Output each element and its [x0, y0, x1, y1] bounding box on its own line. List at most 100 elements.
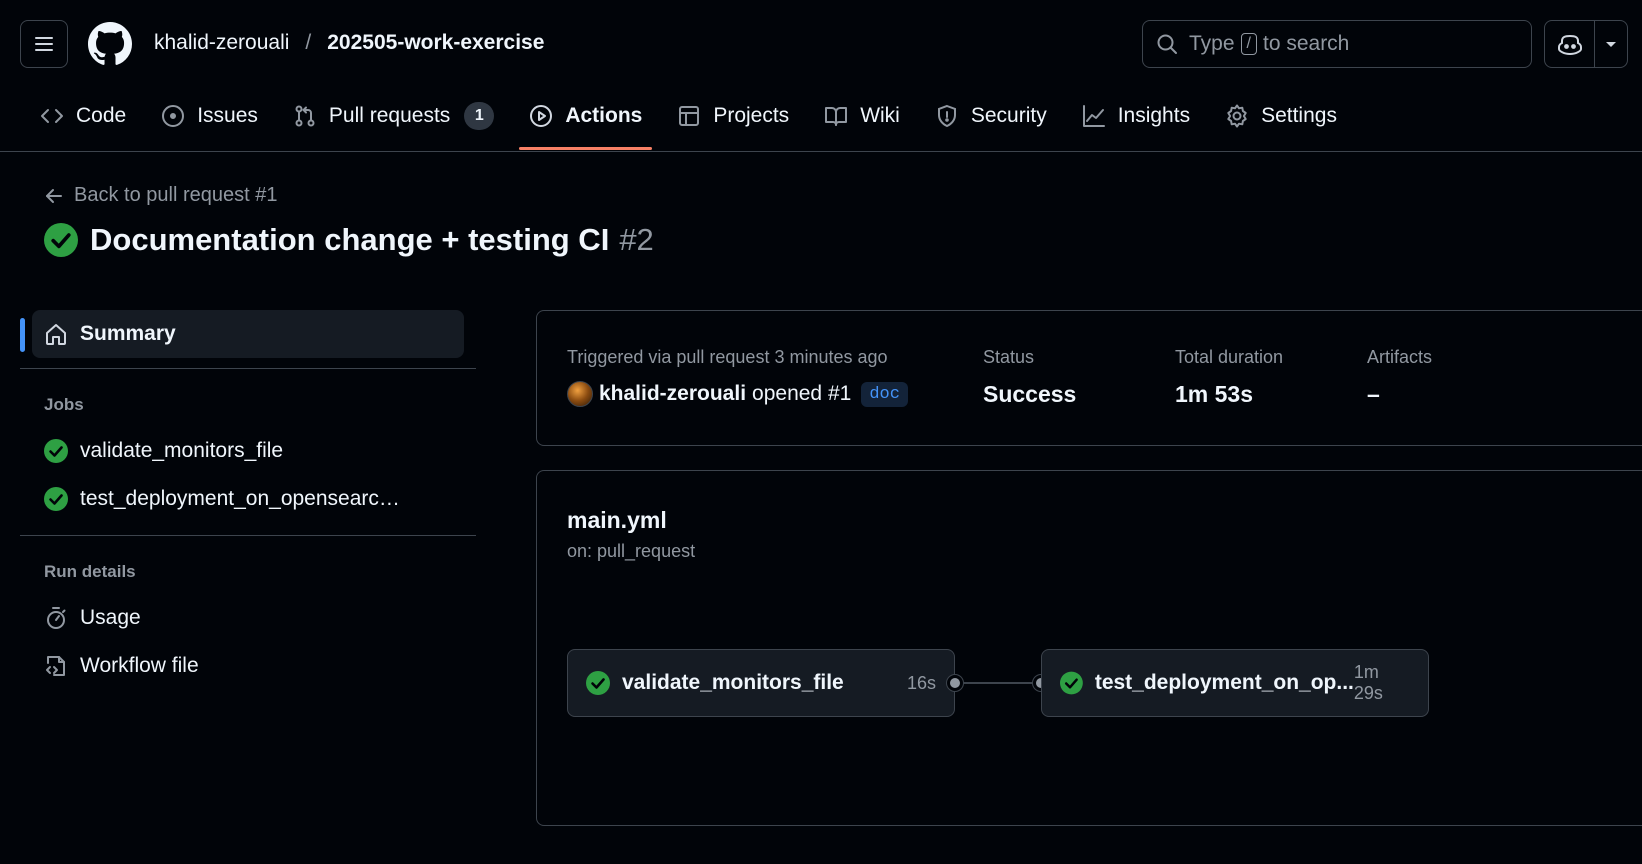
play-icon — [530, 105, 553, 127]
tab-label: Actions — [565, 104, 643, 127]
tab-label: Insights — [1117, 104, 1191, 127]
tab-pull-requests[interactable]: Pull requests 1 — [283, 92, 504, 140]
duration-label: Total duration — [1175, 347, 1284, 367]
job-duration: 1m 29s — [1353, 662, 1383, 703]
check-circle-fill-icon — [586, 671, 610, 695]
search-icon — [1157, 34, 1177, 54]
copilot-button[interactable] — [1545, 21, 1595, 67]
copilot-button-group — [1544, 20, 1628, 68]
workflow-trigger: on: pull_request — [567, 541, 696, 561]
gear-icon — [1227, 104, 1247, 128]
run-title-text: Documentation change + testing CI — [90, 222, 610, 257]
actor-link[interactable]: khalid-zerouali — [599, 382, 746, 406]
sidebar-job-validate-monitors-file[interactable]: validate_monitors_file — [20, 427, 476, 475]
sidebar-item-label: Usage — [80, 606, 141, 629]
tab-issues[interactable]: Issues — [151, 92, 268, 140]
repo-nav-tabs: Code Issues Pull requests 1 Actions Proj… — [30, 92, 1362, 152]
repo-owner-link[interactable]: khalid-zerouali — [154, 31, 289, 55]
home-icon — [46, 324, 66, 345]
check-circle-fill-icon — [44, 439, 68, 463]
issue-icon — [162, 105, 185, 127]
job-name: test_deployment_on_op... — [1094, 671, 1354, 694]
search-input[interactable]: Type / to search — [1142, 20, 1532, 68]
hamburger-icon — [35, 37, 53, 51]
sidebar-item-workflow-file[interactable]: Workflow file — [20, 642, 476, 690]
job-connector-line — [955, 682, 1041, 684]
status-value: Success — [983, 381, 1077, 407]
tab-label: Projects — [713, 104, 790, 127]
search-placeholder-suffix: to search — [1262, 32, 1350, 55]
check-circle-fill-icon — [44, 487, 68, 511]
repo-breadcrumb: khalid-zerouali / 202505-work-exercise — [154, 31, 544, 55]
book-icon — [825, 107, 848, 126]
tab-settings[interactable]: Settings — [1215, 92, 1347, 140]
check-circle-fill-icon — [1060, 671, 1083, 695]
run-summary-card: Triggered via pull request 3 minutes ago… — [536, 310, 1642, 446]
tab-label: Settings — [1261, 104, 1337, 127]
workflow-graph-card: main.yml on: pull_request validate_monit… — [536, 470, 1642, 826]
job-node-test-deployment[interactable]: test_deployment_on_op... 1m 29s — [1041, 649, 1429, 717]
tab-projects[interactable]: Projects — [667, 92, 799, 140]
avatar[interactable] — [567, 381, 593, 407]
tab-label: Security — [970, 104, 1047, 127]
triangle-down-icon — [1606, 42, 1616, 47]
run-details-heading: Run details — [44, 562, 136, 581]
search-placeholder-prefix: Type — [1189, 32, 1235, 55]
sidebar-item-label: validate_monitors_file — [80, 439, 284, 462]
breadcrumb-separator: / — [305, 31, 312, 54]
job-node-validate-monitors-file[interactable]: validate_monitors_file 16s — [567, 649, 955, 717]
file-code-icon — [46, 656, 65, 676]
sidebar-item-label: test_deployment_on_opensearch_... — [80, 487, 410, 510]
sidebar-job-test-deployment[interactable]: test_deployment_on_opensearch_... — [20, 475, 476, 523]
search-shortcut-key: / — [1240, 33, 1257, 55]
run-sidebar: Summary Jobs validate_monitors_file test… — [20, 310, 476, 690]
trigger-label: Triggered via pull request 3 minutes ago — [567, 347, 888, 367]
run-number: #2 — [619, 222, 654, 257]
sidebar-item-label: Summary — [80, 322, 176, 345]
trigger-action[interactable]: opened #1 — [752, 382, 851, 406]
sidebar-item-label: Workflow file — [80, 654, 199, 677]
global-header: khalid-zerouali / 202505-work-exercise T… — [0, 0, 1642, 152]
check-circle-fill-icon — [44, 223, 78, 257]
tab-actions[interactable]: Actions — [519, 92, 653, 150]
shield-icon — [937, 104, 956, 128]
copilot-icon — [1557, 34, 1582, 56]
sidebar-item-usage[interactable]: Usage — [20, 594, 476, 642]
tab-insights[interactable]: Insights — [1072, 92, 1200, 140]
pull-request-count-badge: 1 — [464, 102, 495, 130]
status-label: Status — [983, 347, 1035, 367]
tab-label: Pull requests — [328, 104, 451, 127]
artifacts-label: Artifacts — [1367, 347, 1433, 367]
page-title: Documentation change + testing CI #2 — [44, 222, 654, 258]
github-logo-icon[interactable] — [88, 22, 132, 66]
duration-value: 1m 53s — [1175, 381, 1254, 407]
tab-security[interactable]: Security — [925, 92, 1057, 140]
tab-label: Wiki — [860, 104, 900, 127]
repo-name-link[interactable]: 202505-work-exercise — [327, 31, 544, 55]
tab-wiki[interactable]: Wiki — [814, 92, 910, 140]
table-icon — [679, 106, 700, 126]
copilot-dropdown-button[interactable] — [1595, 21, 1627, 67]
sidebar-item-summary[interactable]: Summary — [20, 310, 464, 358]
graph-icon — [1082, 105, 1105, 127]
job-connector-dot — [947, 675, 963, 691]
tab-label: Code — [76, 104, 127, 127]
sidebar-divider — [20, 368, 476, 369]
pull-request-icon — [295, 105, 315, 127]
menu-button[interactable] — [20, 20, 68, 68]
code-icon — [41, 109, 63, 123]
back-to-pull-request-link[interactable]: Back to pull request #1 — [44, 184, 277, 207]
tab-code[interactable]: Code — [30, 92, 136, 140]
sidebar-divider — [20, 535, 476, 536]
tab-label: Issues — [197, 104, 258, 127]
stopwatch-icon — [47, 607, 66, 629]
branch-label[interactable]: doc — [861, 381, 908, 407]
job-duration: 16s — [906, 672, 936, 693]
back-link-label: Back to pull request #1 — [74, 184, 278, 206]
workflow-file-name[interactable]: main.yml — [567, 507, 667, 534]
jobs-heading: Jobs — [44, 395, 84, 414]
trigger-details: khalid-zerouali opened #1 doc — [567, 381, 908, 407]
arrow-left-icon — [46, 188, 62, 203]
selected-indicator — [20, 318, 25, 352]
artifacts-value: – — [1367, 381, 1380, 407]
